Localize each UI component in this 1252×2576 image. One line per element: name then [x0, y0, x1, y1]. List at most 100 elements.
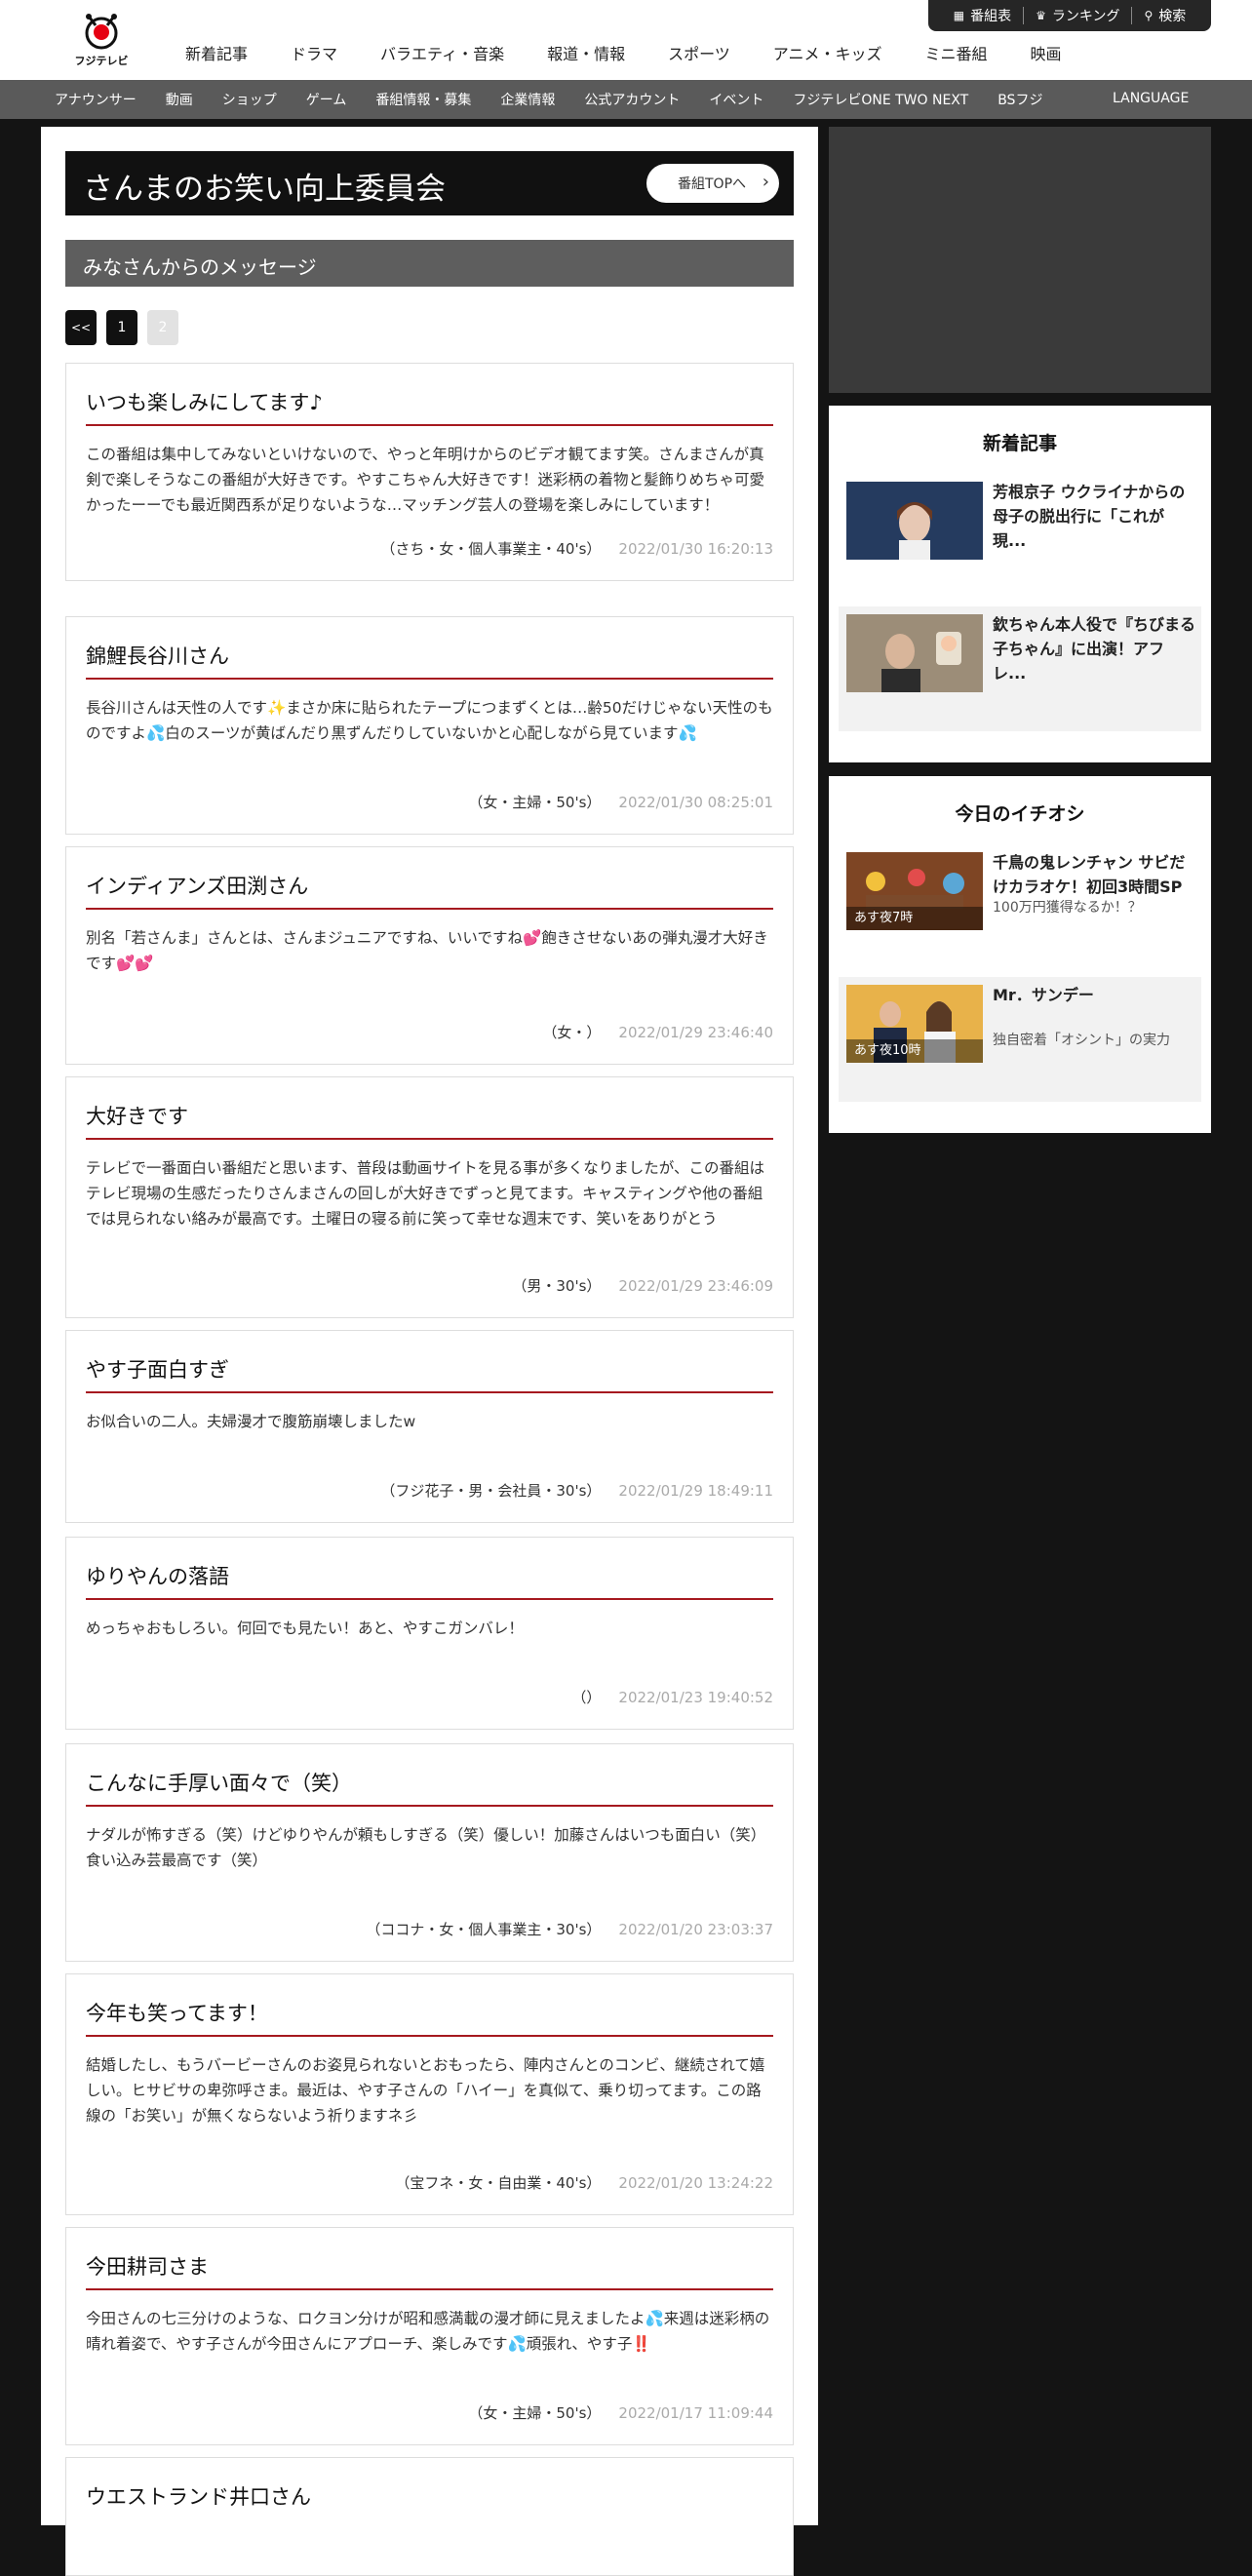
pick-item[interactable]: あす夜7時 千鳥の鬼レンチャン サビだけカラオケ！初回3時間SP 100万円獲得…	[839, 844, 1201, 959]
search-icon: ⚲	[1144, 9, 1154, 22]
message-card: ゆりやんの落語 めっちゃおもしろい。何回でも見たい！あと、やすこガンバレ！ （）…	[65, 1537, 794, 1730]
message-title: やす子面白すぎ	[86, 1358, 229, 1382]
ranking-label: ランキング	[1051, 9, 1120, 24]
language-link[interactable]: LANGUAGE	[1113, 91, 1189, 106]
pagination: << 1 2	[65, 310, 188, 345]
message-card: 今田耕司さま 今田さんの七三分けのような、ロクヨン分けが昭和感満載の漫才師に見え…	[65, 2227, 794, 2445]
article-title: 芳根京子 ウクライナからの母子の脱出行に「これが現...	[993, 483, 1186, 550]
new-articles-title: 新着記事	[982, 433, 1057, 454]
pick-subtitle: 100万円獲得なるか！？	[993, 900, 1142, 916]
message-title: 錦鯉長谷川さん	[86, 644, 229, 668]
article-item[interactable]: 芳根京子 ウクライナからの母子の脱出行に「これが現...	[839, 474, 1201, 589]
site-header: フジテレビ 新着記事 ドラマ バラエティ・音楽 報道・情報 スポーツ アニメ・キ…	[0, 0, 1252, 80]
message-body: テレビで一番面白い番組だと思います、普段は動画サイトを見る事が多くなりましたが、…	[86, 1159, 764, 1228]
title-underline	[86, 1391, 773, 1393]
message-meta: （） 2022/01/23 19:40:52	[571, 1687, 773, 1707]
message-meta: （女・主婦・50's） 2022/01/30 08:25:01	[468, 792, 773, 812]
todays-pick-title: 今日のイチオシ	[955, 803, 1085, 825]
message-meta: （男・30's） 2022/01/29 23:46:09	[512, 1275, 773, 1296]
subnav-one-two-next[interactable]: フジテレビONE TWO NEXT	[793, 90, 968, 109]
message-author: （男・30's）	[512, 1277, 602, 1295]
message-meta: （女・主婦・50's） 2022/01/17 11:09:44	[468, 2402, 773, 2423]
pick-thumbnail: あす夜10時	[846, 985, 983, 1063]
search-label: 検索	[1158, 9, 1187, 24]
main-content: さんまのお笑い向上委員会 番組TOPへ › みなさんからのメッセージ << 1 …	[41, 127, 818, 2576]
program-top-button[interactable]: 番組TOPへ ›	[646, 164, 779, 203]
article-thumbnail	[846, 482, 983, 560]
nav-item-variety[interactable]: バラエティ・音楽	[380, 41, 504, 64]
fuji-tv-logo[interactable]: フジテレビ	[70, 8, 133, 68]
message-date: 2022/01/29 18:49:11	[618, 1482, 773, 1500]
subnav-game[interactable]: ゲーム	[306, 90, 347, 109]
new-articles-widget: 新着記事 芳根京子 ウクライナからの母子の脱出行に「これが現... 欽ちゃん本人…	[829, 406, 1211, 762]
message-author: （女・主婦・50's）	[468, 794, 602, 811]
pagination-prev[interactable]: <<	[65, 310, 97, 345]
message-card: ウエストランド井口さん	[65, 2457, 794, 2576]
pick-caption: あす夜10時	[846, 1039, 983, 1063]
title-underline	[86, 908, 773, 910]
message-date: 2022/01/20 13:24:22	[618, 2174, 773, 2192]
title-underline	[86, 1598, 773, 1600]
schedule-link[interactable]: ▦ 番組表	[942, 6, 1023, 25]
message-date: 2022/01/20 23:03:37	[618, 1921, 773, 1938]
todays-pick-widget: 今日のイチオシ あす夜7時 千鳥の鬼レンチャン サビだけカラオケ！初回3時間SP…	[829, 776, 1211, 1133]
subnav-video[interactable]: 動画	[166, 90, 193, 109]
message-author: （フジ花子・男・会社員・30's）	[380, 1482, 602, 1500]
program-title: さんまのお笑い向上委員会	[83, 172, 446, 207]
message-card: インディアンズ田渕さん 別名「若さんま」さんとは、さんまジュニアですね、いいです…	[65, 846, 794, 1065]
message-card: やす子面白すぎ お似合いの二人。夫婦漫才で腹筋崩壊しましたw （フジ花子・男・会…	[65, 1330, 794, 1523]
subnav-corporate[interactable]: 企業情報	[500, 90, 555, 109]
message-author: （）	[571, 1689, 602, 1706]
nav-item-anime[interactable]: アニメ・キッズ	[773, 41, 882, 64]
pagination-page-1[interactable]: 1	[106, 310, 137, 345]
subnav-announcer[interactable]: アナウンサー	[55, 90, 137, 109]
nav-item-movie[interactable]: 映画	[1030, 41, 1061, 64]
message-title: 大好きです	[86, 1105, 188, 1128]
message-card: 大好きです テレビで一番面白い番組だと思います、普段は動画サイトを見る事が多くな…	[65, 1076, 794, 1318]
subnav-official-accounts[interactable]: 公式アカウント	[584, 90, 680, 109]
message-body: お似合いの二人。夫婦漫才で腹筋崩壊しましたw	[86, 1413, 416, 1430]
logo-mark-icon	[85, 14, 118, 50]
subnav-program-info[interactable]: 番組情報・募集	[375, 90, 471, 109]
message-title: 今年も笑ってます！	[86, 2002, 268, 2025]
ranking-link[interactable]: ♛ ランキング	[1024, 6, 1131, 25]
pick-thumbnail: あす夜7時	[846, 852, 983, 930]
message-body: 長谷川さんは天性の人です✨まさか床に貼られたテープにつまずくとは…齢50だけじゃ…	[86, 699, 773, 742]
article-item[interactable]: 欽ちゃん本人役で『ちびまる子ちゃん』に出演！アフレ...	[839, 606, 1201, 731]
message-author: （さち・女・個人事業主・40's）	[380, 540, 602, 558]
message-author: （女・）	[542, 1024, 602, 1041]
program-title-bar: さんまのお笑い向上委員会 番組TOPへ ›	[65, 151, 794, 215]
crown-icon: ♛	[1036, 9, 1046, 22]
pick-caption: あす夜7時	[846, 907, 983, 930]
message-date: 2022/01/29 23:46:40	[618, 1024, 773, 1041]
message-title: 今田耕司さま	[86, 2255, 209, 2279]
nav-item-new[interactable]: 新着記事	[185, 41, 248, 64]
message-meta: （さち・女・個人事業主・40's） 2022/01/30 16:20:13	[380, 538, 773, 559]
thumbnail-image-icon	[846, 482, 983, 560]
nav-item-drama[interactable]: ドラマ	[291, 41, 337, 64]
message-title: ゆりやんの落語	[86, 1565, 229, 1588]
message-date: 2022/01/29 23:46:09	[618, 1277, 773, 1295]
program-top-label: 番組TOPへ	[678, 176, 747, 192]
subnav-bs-fuji[interactable]: BSフジ	[998, 90, 1042, 109]
message-meta: （女・） 2022/01/29 23:46:40	[542, 1022, 773, 1042]
message-body: 結婚したし、もうバービーさんのお姿見られないとおもったら、陣内さんとのコンビ、継…	[86, 2056, 765, 2125]
nav-item-news[interactable]: 報道・情報	[547, 41, 625, 64]
message-body: ナダルが怖すぎる（笑）けどゆりやんが頼もしすぎる（笑）優しい！加藤さんはいつも面…	[86, 1826, 766, 1869]
title-underline	[86, 1138, 773, 1140]
subnav-event[interactable]: イベント	[709, 90, 763, 109]
chevron-right-icon: ›	[762, 172, 769, 192]
message-body: この番組は集中してみないといけないので、やっと年明けからのビデオ観てます笑。さん…	[86, 446, 764, 514]
pick-item[interactable]: あす夜10時 Mr．サンデー 独自密着「オシント」の実力	[839, 977, 1201, 1102]
message-date: 2022/01/30 08:25:01	[618, 794, 773, 811]
search-link[interactable]: ⚲ 検索	[1132, 6, 1197, 25]
title-underline	[86, 424, 773, 426]
subnav-shop[interactable]: ショップ	[222, 90, 277, 109]
title-underline	[86, 2288, 773, 2290]
message-meta: （宝フネ・女・自由業・40's） 2022/01/20 13:24:22	[395, 2172, 773, 2193]
nav-item-sports[interactable]: スポーツ	[668, 41, 730, 64]
message-card: 今年も笑ってます！ 結婚したし、もうバービーさんのお姿見られないとおもったら、陣…	[65, 1973, 794, 2215]
message-date: 2022/01/30 16:20:13	[618, 540, 773, 558]
nav-item-mini[interactable]: ミニ番組	[924, 41, 987, 64]
message-card: 錦鯉長谷川さん 長谷川さんは天性の人です✨まさか床に貼られたテープにつまずくとは…	[65, 616, 794, 835]
